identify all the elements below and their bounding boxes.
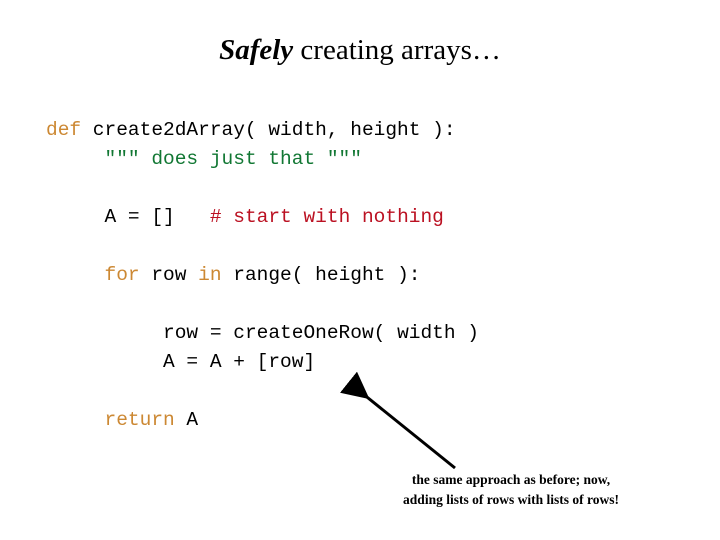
page-title: Safely creating arrays… bbox=[0, 33, 720, 67]
code-token-kw: def bbox=[46, 119, 82, 141]
annotation-line-2: adding lists of rows with lists of rows! bbox=[403, 492, 619, 507]
page-title-emphasis: Safely bbox=[219, 34, 294, 66]
code-token-plain: range( height ): bbox=[221, 264, 421, 286]
annotation-arrow bbox=[340, 371, 456, 470]
code-token-plain: A = A + [row] bbox=[163, 351, 316, 373]
arrow-line bbox=[340, 371, 456, 470]
code-token-plain: create2dArray( width, height ): bbox=[81, 119, 456, 141]
code-token-com: # start with nothing bbox=[209, 206, 444, 228]
code-token-plain: A bbox=[174, 409, 199, 431]
code-line-for-line: for row in range( height ): bbox=[46, 261, 479, 290]
code-token-plain: row bbox=[139, 264, 199, 286]
code-line-init-line: A = [] # start with nothing bbox=[46, 203, 479, 232]
slide-canvas: Safely creating arrays… def create2dArra… bbox=[0, 0, 720, 540]
code-token-plain: A = [] bbox=[104, 206, 175, 228]
code-token-kw: in bbox=[198, 264, 222, 286]
code-line-def-line: def create2dArray( width, height ): bbox=[46, 116, 479, 145]
code-token-kw: for bbox=[104, 264, 140, 286]
code-token-str: """ does just that """ bbox=[104, 148, 362, 170]
page-title-rest: creating arrays… bbox=[293, 34, 501, 66]
code-token-kw: return bbox=[104, 409, 175, 431]
code-line-docstring-line: """ does just that """ bbox=[46, 145, 479, 174]
annotation-line-1: the same approach as before; now, bbox=[411, 472, 611, 487]
code-line-body-line-1: row = createOneRow( width ) bbox=[46, 319, 479, 348]
code-token-plain: row = createOneRow( width ) bbox=[163, 322, 479, 344]
annotation-caption: the same approach as before; now, adding… bbox=[361, 470, 661, 510]
